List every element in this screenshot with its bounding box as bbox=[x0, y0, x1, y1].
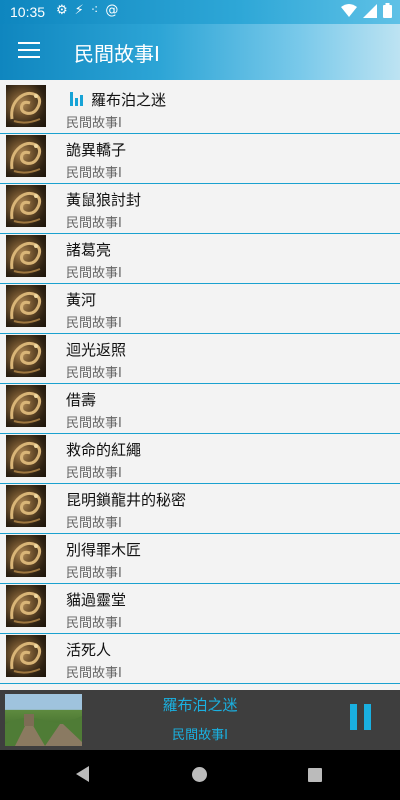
dots-icon: ⁖ bbox=[90, 3, 99, 18]
list-item[interactable]: 救命的紅繩民間故事I bbox=[0, 434, 400, 484]
now-playing-icon bbox=[70, 92, 86, 106]
list-item[interactable]: 活死人民間故事I bbox=[0, 634, 400, 684]
story-subtitle: 民間故事I bbox=[66, 466, 122, 481]
story-title: 詭異轎子 bbox=[66, 141, 127, 159]
story-subtitle: 民間故事I bbox=[66, 616, 122, 631]
story-thumbnail bbox=[6, 585, 46, 627]
story-thumbnail bbox=[6, 85, 46, 127]
list-item[interactable]: 借壽民間故事I bbox=[0, 384, 400, 434]
story-thumbnail bbox=[6, 185, 46, 227]
menu-icon[interactable] bbox=[18, 42, 40, 60]
story-thumbnail bbox=[6, 285, 46, 327]
story-title: 借壽 bbox=[66, 391, 97, 409]
status-bar: 10:35 ⚙ ⚡ ⁖ @ bbox=[0, 0, 400, 24]
story-title: 昆明鎖龍井的秘密 bbox=[66, 491, 187, 509]
list-item[interactable]: 黃河民間故事I bbox=[0, 284, 400, 334]
story-title: 黃鼠狼討封 bbox=[66, 191, 142, 209]
story-thumbnail bbox=[6, 385, 46, 427]
settings-icon: ⚙ bbox=[56, 3, 68, 18]
recents-icon[interactable] bbox=[308, 768, 322, 782]
list-item[interactable]: 詭異轎子民間故事I bbox=[0, 134, 400, 184]
mini-player[interactable]: 羅布泊之迷 民間故事I bbox=[0, 690, 400, 750]
status-system-icons bbox=[341, 3, 392, 18]
story-title: 諸葛亮 bbox=[66, 241, 112, 259]
status-notification-icons: ⚙ ⚡ ⁖ @ bbox=[56, 3, 118, 18]
story-title: 羅布泊之迷 bbox=[91, 91, 167, 109]
list-item[interactable]: 昆明鎖龍井的秘密 民間故事I bbox=[0, 484, 400, 534]
story-title: 別得罪木匠 bbox=[66, 541, 142, 559]
signal-icon bbox=[363, 3, 377, 18]
player-track-title: 羅布泊之迷 bbox=[162, 696, 238, 714]
list-item[interactable]: 貓過靈堂民間故事I bbox=[0, 584, 400, 634]
story-title: 黃河 bbox=[66, 291, 97, 309]
story-thumbnail bbox=[6, 485, 46, 527]
story-title: 救命的紅繩 bbox=[66, 441, 142, 459]
story-subtitle: 民間故事I bbox=[66, 216, 122, 231]
story-thumbnail bbox=[6, 635, 46, 677]
home-icon[interactable] bbox=[192, 767, 207, 782]
story-subtitle: 民間故事I bbox=[66, 516, 122, 531]
system-nav-bar bbox=[0, 750, 400, 800]
story-thumbnail bbox=[6, 535, 46, 577]
story-thumbnail bbox=[6, 435, 46, 477]
at-icon: @ bbox=[105, 3, 119, 18]
story-subtitle: 民間故事I bbox=[66, 266, 122, 281]
story-subtitle: 民間故事I bbox=[66, 316, 122, 331]
page-title: 民間故事I bbox=[74, 42, 160, 66]
list-item[interactable]: 諸葛亮民間故事I bbox=[0, 234, 400, 284]
story-subtitle: 民間故事I bbox=[66, 166, 122, 181]
story-subtitle: 民間故事I bbox=[66, 416, 122, 431]
story-title: 貓過靈堂 bbox=[66, 591, 127, 609]
player-track-album: 民間故事I bbox=[172, 728, 228, 743]
list-item[interactable]: 羅布泊之迷民間故事I bbox=[0, 84, 400, 134]
story-subtitle: 民間故事I bbox=[66, 366, 122, 381]
battery-icon bbox=[383, 3, 392, 18]
story-subtitle: 民間故事I bbox=[66, 116, 122, 131]
story-thumbnail bbox=[6, 135, 46, 177]
story-title: 迴光返照 bbox=[66, 341, 127, 359]
story-thumbnail bbox=[6, 335, 46, 377]
wifi-icon bbox=[341, 3, 357, 17]
story-title: 活死人 bbox=[66, 641, 112, 659]
story-thumbnail bbox=[6, 235, 46, 277]
pause-button[interactable] bbox=[350, 704, 374, 730]
list-item[interactable]: 別得罪木匠民間故事I bbox=[0, 534, 400, 584]
app-toolbar: 民間故事I bbox=[0, 24, 400, 80]
story-subtitle: 民間故事I bbox=[66, 566, 122, 581]
back-icon[interactable] bbox=[76, 766, 89, 782]
status-time: 10:35 bbox=[10, 4, 46, 20]
running-icon: ⚡ bbox=[74, 3, 84, 18]
list-item[interactable]: 黃鼠狼討封民間故事I bbox=[0, 184, 400, 234]
list-item[interactable]: 迴光返照民間故事I bbox=[0, 334, 400, 384]
story-list: 羅布泊之迷 民間故事I 詭異轎子 民間故事I 黃鼠狼討封 民間故事I 諸葛亮 民間故事I 黃河民… bbox=[0, 84, 400, 690]
story-subtitle: 民間故事I bbox=[66, 666, 122, 681]
